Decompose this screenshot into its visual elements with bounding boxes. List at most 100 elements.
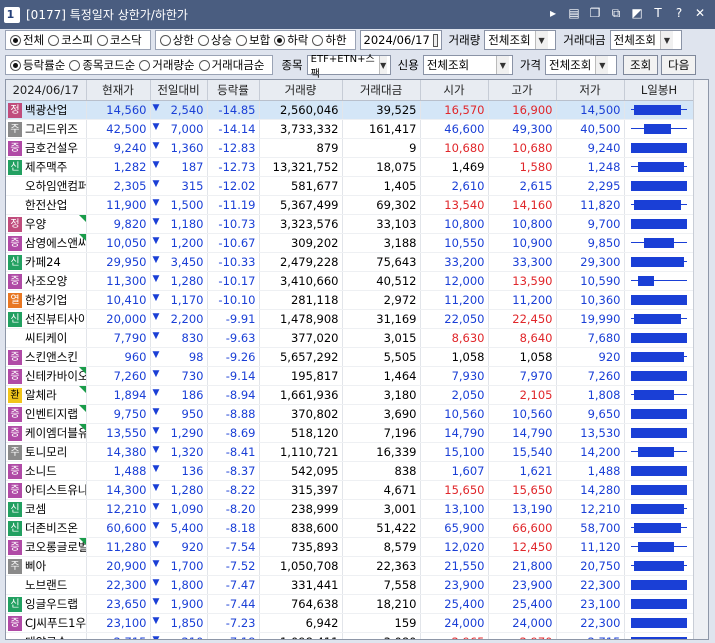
chevron-down-icon[interactable]: ▼ [378, 56, 387, 74]
stock-name-cell[interactable]: 정 우양 [6, 214, 87, 234]
stock-name-cell[interactable]: 정 백광산업 [6, 100, 87, 120]
stock-name-cell[interactable]: 증 소니드 [6, 461, 87, 481]
table-row[interactable]: 증 신테카바이오 7,260 ▼ 730 -9.14 195,817 1,464 7,930 7,… [6, 366, 695, 386]
restore-icon[interactable]: ❐ [588, 6, 602, 20]
price-select[interactable]: 전체조회 ▼ [544, 55, 617, 75]
stock-name-cell[interactable]: 씨티케이 [6, 328, 87, 348]
stock-name-cell[interactable]: 증 아티스트유나 [6, 480, 87, 500]
table-row[interactable]: 오하임앤컴퍼 2,305 ▼ 315 -12.02 581,677 1,405 2,610 2,… [6, 176, 695, 196]
direction-radio-0[interactable]: 상한 [159, 32, 194, 48]
table-row[interactable]: 증 코오롱글로벌 11,280 ▼ 920 -7.54 735,893 8,579 12,020… [6, 537, 695, 557]
table-row[interactable]: 노브랜드 22,300 ▼ 1,800 -7.47 331,441 7,558 23,900 2… [6, 575, 695, 595]
table-row[interactable]: 증 인벤티지랩 9,750 ▼ 950 -8.88 370,802 3,690 10,560 10… [6, 404, 695, 424]
column-header[interactable]: 저가 [556, 80, 625, 101]
table-row[interactable]: 신 더존비즈온 60,600 ▼ 5,400 -8.18 838,600 51,422 65,9… [6, 518, 695, 538]
direction-radio-3[interactable]: 하락 [274, 32, 308, 48]
table-row[interactable]: 증 소니드 1,488 ▼ 136 -8.37 542,095 838 1,607 1,621 1,… [6, 461, 695, 481]
stock-name-cell[interactable]: 증 신테카바이오 [6, 366, 87, 386]
stock-name-cell[interactable]: 열 한성기업 [6, 290, 87, 310]
table-row[interactable]: 한전산업 11,900 ▼ 1,500 -11.19 5,367,499 69,302 13,… [6, 195, 695, 215]
table-row[interactable]: 주 토니모리 14,380 ▼ 1,320 -8.41 1,110,721 16,339 15,… [6, 442, 695, 462]
table-row[interactable]: 증 아티스트유나 14,300 ▼ 1,280 -8.22 315,397 4,671 15,6… [6, 480, 695, 500]
table-row[interactable]: 신 제주맥주 1,282 ▼ 187 -12.73 13,321,752 18,075 1,46… [6, 157, 695, 177]
stock-name-cell[interactable]: 신 선진뷰티사이 [6, 309, 87, 329]
stock-name-cell[interactable]: 증 금호건설우 [6, 138, 87, 158]
chevron-down-icon[interactable]: ▼ [595, 56, 609, 74]
stock-name-cell[interactable]: 증 스킨앤스킨 [6, 347, 87, 367]
column-header[interactable]: 등락률 [207, 80, 260, 101]
stock-name-cell[interactable]: 증 삼영에스앤씨 [6, 233, 87, 253]
stock-name-cell[interactable]: 증 인벤티지랩 [6, 404, 87, 424]
chevron-down-icon[interactable]: ▼ [534, 31, 548, 49]
volume-select[interactable]: 전체조회 ▼ [484, 30, 557, 50]
sort-radio-2[interactable]: 거래량순 [139, 57, 195, 73]
stock-name-cell[interactable]: 신 더존비즈온 [6, 518, 87, 538]
table-row[interactable]: 환 알체라 1,894 ▼ 186 -8.94 1,661,936 3,180 2,050 2,1… [6, 385, 695, 405]
chevron-down-icon[interactable]: ▼ [495, 56, 509, 74]
column-header[interactable]: L일봉H [624, 80, 695, 101]
table-row[interactable]: 증 금호건설우 9,240 ▼ 1,360 -12.83 879 9 10,680 10,680 9… [6, 138, 695, 158]
stock-name-cell[interactable]: 신 잉글우드랩 [6, 594, 87, 614]
chevron-down-icon[interactable]: ▼ [659, 31, 673, 49]
stock-name-cell[interactable]: 신 카페24 [6, 252, 87, 272]
column-header[interactable]: 2024/06/17 [6, 80, 87, 101]
table-row[interactable]: 태양금속2,715▼210-7.181,098,4113,0802,9652,9… [6, 632, 695, 639]
stock-name-cell[interactable]: 오하임앤컴퍼 [6, 176, 87, 196]
stock-name-cell[interactable]: 주 삐아 [6, 556, 87, 576]
amount-select[interactable]: 전체조회 ▼ [609, 30, 682, 50]
sort-radio-0[interactable]: 등락률순 [10, 57, 65, 73]
sort-radio-1[interactable]: 종목코드순 [69, 57, 135, 73]
market-radio-1[interactable]: 코스피 [48, 32, 93, 48]
direction-radio-4[interactable]: 하한 [312, 32, 347, 48]
font-icon[interactable]: T [651, 6, 665, 20]
next-button[interactable]: 다음 [661, 55, 697, 75]
table-row[interactable]: 신 코셈 12,210 ▼ 1,090 -8.20 238,999 3,001 13,100 13… [6, 499, 695, 519]
stock-name-cell[interactable]: 신 코셈 [6, 499, 87, 519]
table-row[interactable]: 주 삐아 20,900 ▼ 1,700 -7.52 1,050,708 22,363 21,55… [6, 556, 695, 576]
market-radio-0[interactable]: 전체 [10, 32, 44, 48]
table-row[interactable]: 증 CJ씨푸드1우 23,100 ▼ 1,850 -7.23 6,942 159 24,000 2… [6, 613, 695, 633]
stock-name-cell[interactable]: 주 그리드위즈 [6, 119, 87, 139]
stock-name-cell[interactable]: 증 사조오양 [6, 271, 87, 291]
stock-name-cell[interactable]: 증 코오롱글로벌 [6, 537, 87, 557]
stock-name-cell[interactable]: 노브랜드 [6, 575, 87, 595]
calendar-icon[interactable] [432, 33, 438, 47]
column-header[interactable]: 고가 [488, 80, 557, 101]
date-input[interactable]: 2024/06/17 [359, 30, 442, 50]
stock-name-cell[interactable]: 증 케이엠더블유 [6, 423, 87, 443]
stock-name-cell[interactable]: 증 CJ씨푸드1우 [6, 613, 87, 633]
stock-name-cell[interactable]: 한전산업 [6, 195, 87, 215]
column-header[interactable]: 거래량 [259, 80, 343, 101]
item-select[interactable]: ETF+ETN+스팩 ▼ [306, 54, 391, 80]
menu-icon[interactable]: ▤ [567, 6, 581, 20]
table-row[interactable]: 정 우양 9,820 ▼ 1,180 -10.73 3,323,576 33,103 10,80… [6, 214, 695, 234]
column-header[interactable]: 시가 [420, 80, 489, 101]
table-row[interactable]: 증 사조오양 11,300 ▼ 1,280 -10.17 3,410,660 40,512 12… [6, 271, 695, 291]
search-button[interactable]: 조회 [622, 55, 659, 75]
direction-radio-2[interactable]: 보합 [236, 32, 270, 48]
column-header[interactable]: 현재가 [86, 80, 151, 101]
column-header[interactable]: 전일대비 [150, 80, 208, 101]
table-row[interactable]: 증 삼영에스앤씨 10,050 ▼ 1,200 -10.67 309,202 3,188 10,… [6, 233, 695, 253]
column-header[interactable]: 거래대금 [342, 80, 421, 101]
table-row[interactable]: 증 케이엠더블유 13,550 ▼ 1,290 -8.69 518,120 7,196 14,7… [6, 423, 695, 443]
table-row[interactable]: 증 스킨앤스킨 960 ▼ 98 -9.26 5,657,292 5,505 1,058 1,05… [6, 347, 695, 367]
table-row[interactable]: 신 잉글우드랩 23,650 ▼ 1,900 -7.44 764,638 18,210 25,4… [6, 594, 695, 614]
table-row[interactable]: 신 선진뷰티사이 20,000 ▼ 2,200 -9.91 1,478,908 31,169 2… [6, 309, 695, 329]
stock-name-cell[interactable]: 주 토니모리 [6, 442, 87, 462]
vertical-scrollbar[interactable] [693, 80, 708, 639]
pin-icon[interactable]: ◩ [630, 6, 644, 20]
direction-radio-1[interactable]: 상승 [197, 32, 232, 48]
stock-name-cell[interactable]: 태양금속 [6, 632, 87, 639]
stock-name-cell[interactable]: 환 알체라 [6, 385, 87, 405]
table-row[interactable]: 신 카페24 29,950 ▼ 3,450 -10.33 2,479,228 75,643 33… [6, 252, 695, 272]
table-row[interactable]: 열 한성기업 10,410 ▼ 1,170 -10.10 281,118 2,972 11,20… [6, 290, 695, 310]
table-row[interactable]: 씨티케이 7,790 ▼ 830 -9.63 377,020 3,015 8,630 8,640… [6, 328, 695, 348]
credit-select[interactable]: 전체조회 ▼ [422, 55, 513, 75]
market-radio-2[interactable]: 코스닥 [96, 32, 142, 48]
close-icon[interactable]: ✕ [693, 6, 707, 20]
stock-name-cell[interactable]: 신 제주맥주 [6, 157, 87, 177]
link-icon[interactable]: ⧉ [609, 6, 623, 20]
table-row[interactable]: 주 그리드위즈 42,500 ▼ 7,000 -14.14 3,733,332 161,417… [6, 119, 695, 139]
table-row[interactable]: 정 백광산업 14,560 ▼ 2,540 -14.85 2,560,046 39,525 16… [6, 100, 695, 120]
